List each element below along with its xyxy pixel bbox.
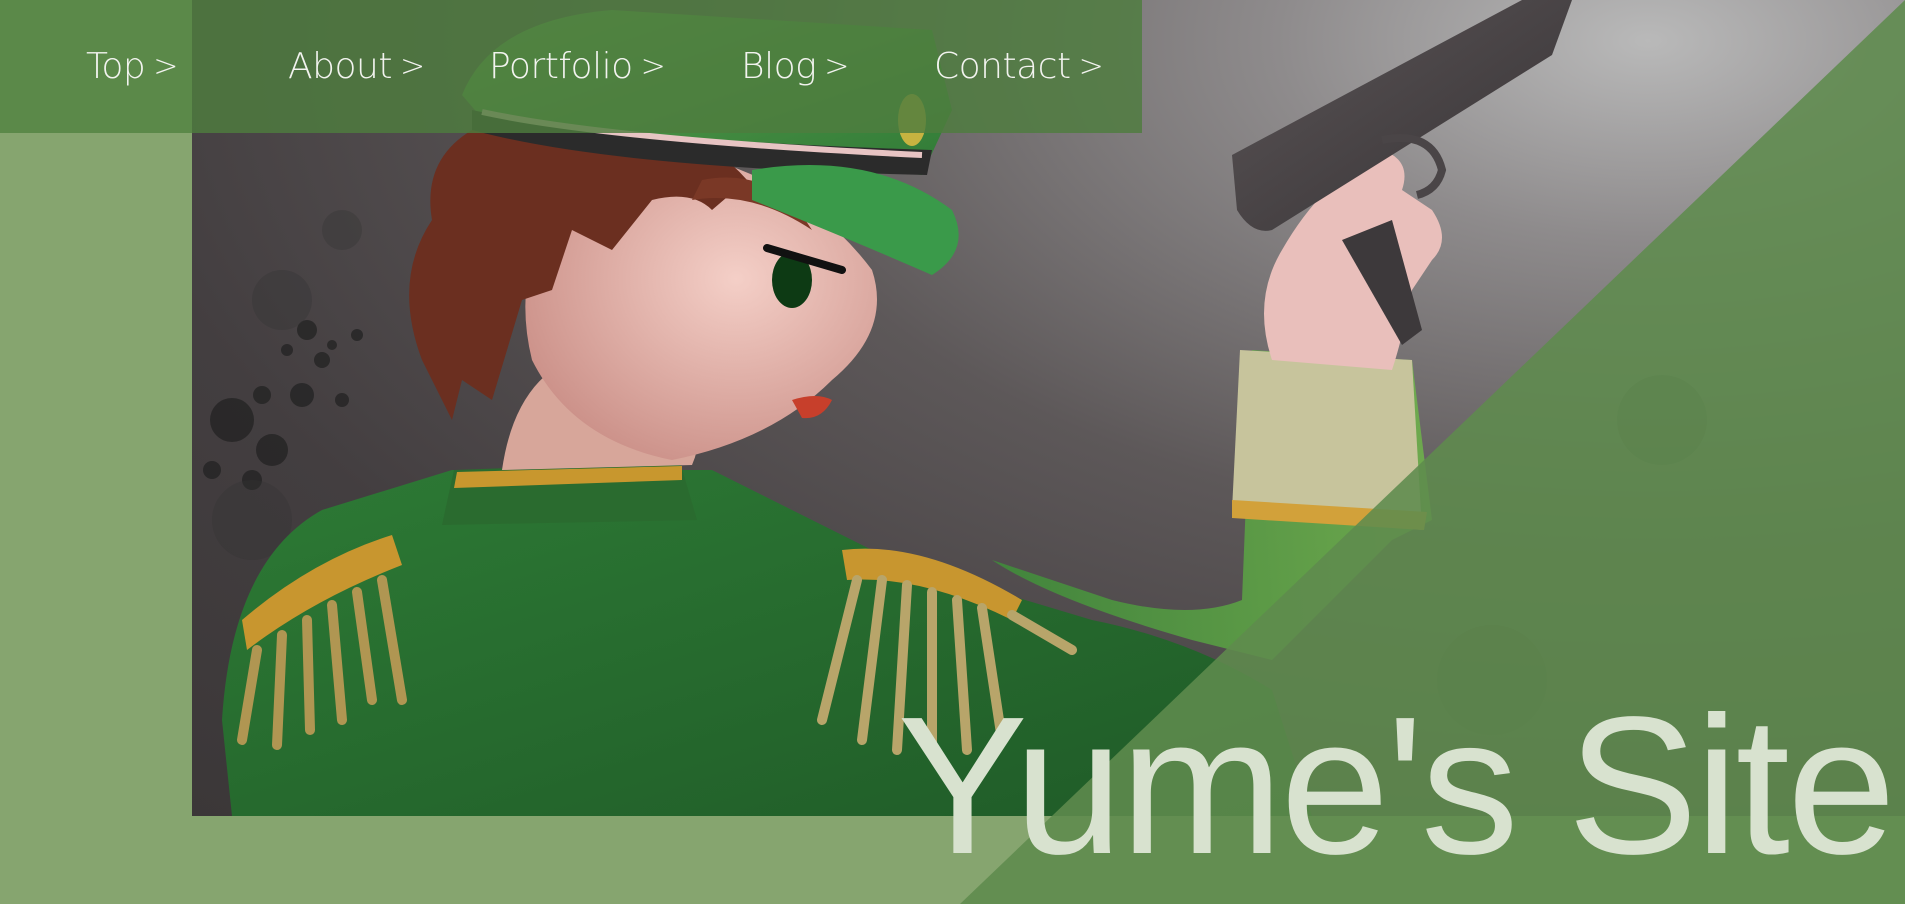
nav-item-blog[interactable]: Blog > <box>741 0 849 133</box>
chevron-right-icon: > <box>1078 49 1104 84</box>
nav-item-top[interactable]: Top > <box>86 0 178 133</box>
nav-item-contact[interactable]: Contact > <box>934 0 1104 133</box>
nav-item-label: Blog <box>741 46 817 87</box>
nav-item-label: About <box>288 46 392 87</box>
nav-item-label: Top <box>86 46 146 87</box>
top-navigation: Top > About > Portfolio > Blog > Contact… <box>0 0 1142 133</box>
chevron-right-icon: > <box>640 49 666 84</box>
nav-item-label: Contact <box>934 46 1071 87</box>
site-title: Yume's Site <box>897 676 1896 895</box>
chevron-right-icon: > <box>153 49 178 84</box>
page: Top > About > Portfolio > Blog > Contact… <box>0 0 1905 904</box>
nav-item-portfolio[interactable]: Portfolio > <box>489 0 666 133</box>
nav-item-about[interactable]: About > <box>288 0 425 133</box>
nav-item-label: Portfolio <box>489 46 633 87</box>
chevron-right-icon: > <box>399 49 425 84</box>
chevron-right-icon: > <box>824 49 849 84</box>
